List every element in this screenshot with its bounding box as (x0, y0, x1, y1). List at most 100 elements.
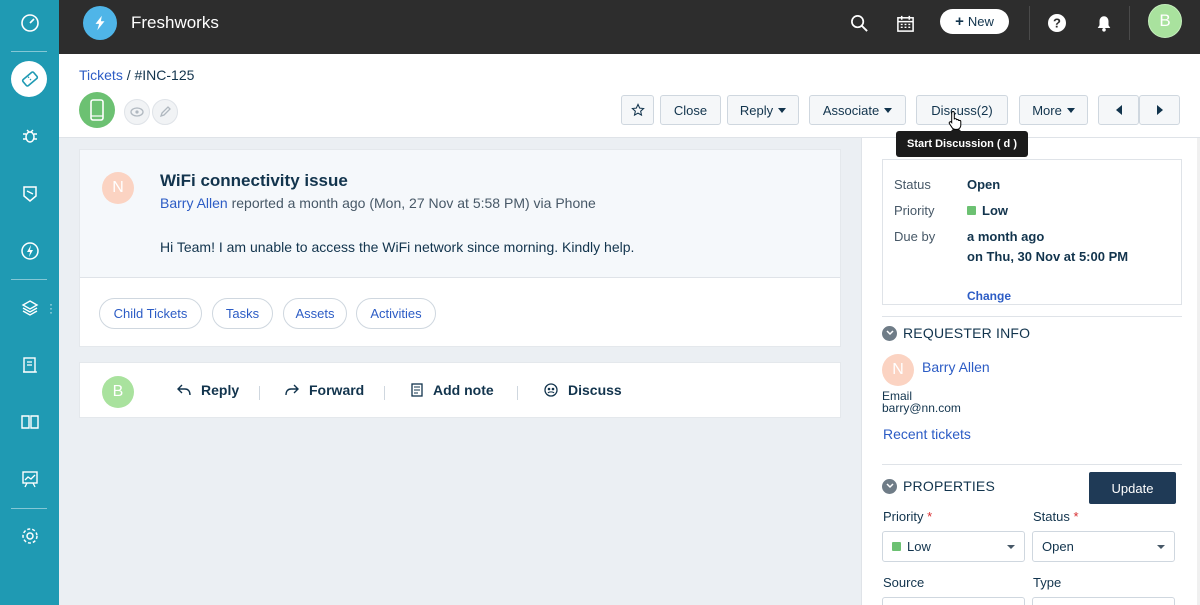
discuss-action-label: Discuss (568, 382, 622, 398)
user-avatar[interactable]: B (1148, 4, 1182, 38)
ticket-conversation-card: N WiFi connectivity issue Barry Allen re… (79, 149, 841, 347)
reply-dropdown-button[interactable]: Reply (727, 95, 799, 125)
tab-tasks[interactable]: Tasks (212, 298, 273, 329)
star-button[interactable] (621, 95, 654, 125)
discuss-action[interactable]: Discuss (544, 382, 622, 398)
due-label: Due by (894, 229, 936, 244)
arrow-left-icon (1115, 105, 1122, 115)
freshworks-logo-icon[interactable] (83, 6, 117, 40)
hand-pointer-cursor-icon (948, 110, 964, 133)
solutions-icon[interactable] (0, 402, 59, 442)
edit-pencil-icon[interactable] (152, 99, 178, 125)
rail-divider (11, 508, 47, 509)
ticket-meta: Barry Allen reported a month ago (Mon, 2… (160, 195, 596, 211)
requester-info-title: REQUESTER INFO (903, 325, 1031, 341)
requester-link[interactable]: Barry Allen (160, 195, 228, 211)
caret-down-icon (1007, 545, 1015, 549)
calendar-icon[interactable] (894, 12, 916, 34)
chevron-down-icon (882, 325, 897, 341)
add-note-action[interactable]: Add note (411, 382, 494, 398)
forward-arrow-icon (285, 384, 299, 396)
help-icon[interactable]: ? (1046, 12, 1068, 34)
note-icon (411, 383, 423, 397)
tab-activities[interactable]: Activities (356, 298, 436, 329)
status-field-label-text: Status (1033, 509, 1070, 524)
priority-value: Low (967, 203, 1008, 218)
arrow-right-icon (1156, 105, 1163, 115)
associate-dropdown-button[interactable]: Associate (809, 95, 906, 125)
associate-button-label: Associate (822, 102, 880, 118)
requester-avatar: N (102, 172, 134, 204)
topbar-divider (1129, 6, 1130, 40)
dashboard-icon[interactable] (0, 3, 59, 43)
breadcrumb-ticket-id: #INC-125 (134, 67, 195, 83)
chevron-down-icon (882, 478, 897, 494)
priority-swatch (892, 542, 901, 551)
ticket-details-panel: Status Open Priority Low Due by a month … (861, 138, 1200, 605)
brand-name: Freshworks (131, 13, 219, 32)
status-field-label: Status * (1033, 509, 1079, 524)
priority-select[interactable]: Low (882, 531, 1025, 562)
ticket-header: Tickets / #INC-125 Close Reply Associate… (59, 54, 1200, 138)
due-relative: a month ago (967, 229, 1045, 244)
new-button-label: New (967, 14, 994, 29)
source-select[interactable] (882, 597, 1025, 605)
type-field-label: Type (1033, 575, 1062, 590)
forward-action[interactable]: Forward (285, 382, 364, 398)
releases-icon[interactable] (0, 231, 59, 271)
settings-icon[interactable] (0, 516, 59, 556)
caret-down-icon (1157, 545, 1165, 549)
priority-label: Priority (894, 203, 935, 218)
status-select-value: Open (1042, 539, 1074, 554)
status-summary-box: Status Open Priority Low Due by a month … (882, 159, 1182, 305)
changes-icon[interactable] (0, 174, 59, 214)
priority-swatch (967, 206, 976, 215)
new-button[interactable]: + New (940, 9, 1009, 34)
close-button[interactable]: Close (660, 95, 721, 125)
reports-icon[interactable] (0, 459, 59, 499)
status-select[interactable]: Open (1032, 531, 1175, 562)
properties-title: PROPERTIES (903, 478, 995, 494)
properties-header[interactable]: PROPERTIES (882, 478, 995, 494)
ticket-body: Hi Team! I am unable to access the WiFi … (160, 239, 635, 255)
contracts-icon[interactable] (0, 345, 59, 385)
caret-down-icon (778, 107, 787, 113)
priority-value-text: Low (982, 203, 1008, 218)
watch-eye-icon[interactable] (124, 99, 150, 125)
email-value: barry@nn.com (882, 401, 961, 415)
reply-action[interactable]: Reply (177, 382, 239, 398)
tab-assets[interactable]: Assets (283, 298, 347, 329)
previous-ticket-button[interactable] (1098, 95, 1139, 125)
more-dropdown-button[interactable]: More (1019, 95, 1088, 125)
tab-child-tickets[interactable]: Child Tickets (99, 298, 202, 329)
ticket-description: N WiFi connectivity issue Barry Allen re… (80, 150, 840, 278)
section-divider (882, 316, 1182, 317)
search-icon[interactable] (848, 12, 870, 34)
add-note-action-label: Add note (433, 382, 494, 398)
close-button-label: Close (673, 102, 708, 118)
tickets-icon[interactable] (0, 59, 59, 99)
reply-action-label: Reply (201, 382, 240, 398)
recent-tickets-link[interactable]: Recent tickets (883, 426, 971, 442)
type-select[interactable] (1032, 597, 1175, 605)
action-divider (517, 386, 518, 400)
forward-action-label: Forward (309, 382, 365, 398)
requester-info-header[interactable]: REQUESTER INFO (882, 325, 1030, 341)
discuss-tooltip: Start Discussion ( d ) (896, 126, 1028, 157)
change-due-link[interactable]: Change (967, 289, 1011, 303)
svg-text:?: ? (1053, 16, 1061, 31)
ticket-subject: WiFi connectivity issue (160, 171, 348, 190)
problems-icon[interactable] (0, 116, 59, 156)
rail-more-dots[interactable]: · · · (49, 298, 53, 318)
star-icon (630, 103, 645, 117)
update-button[interactable]: Update (1089, 472, 1176, 504)
topbar-divider (1029, 6, 1030, 40)
requester-info-name[interactable]: Barry Allen (922, 359, 990, 375)
breadcrumb-tickets-link[interactable]: Tickets (79, 67, 123, 83)
caret-down-icon (1066, 107, 1075, 113)
priority-field-label: Priority * (883, 509, 932, 524)
top-bar: Freshworks + New ? B (59, 0, 1200, 54)
next-ticket-button[interactable] (1139, 95, 1180, 125)
reply-action-bar: B Reply Forward Add note Discuss (79, 362, 841, 418)
notifications-bell-icon[interactable] (1093, 12, 1115, 34)
